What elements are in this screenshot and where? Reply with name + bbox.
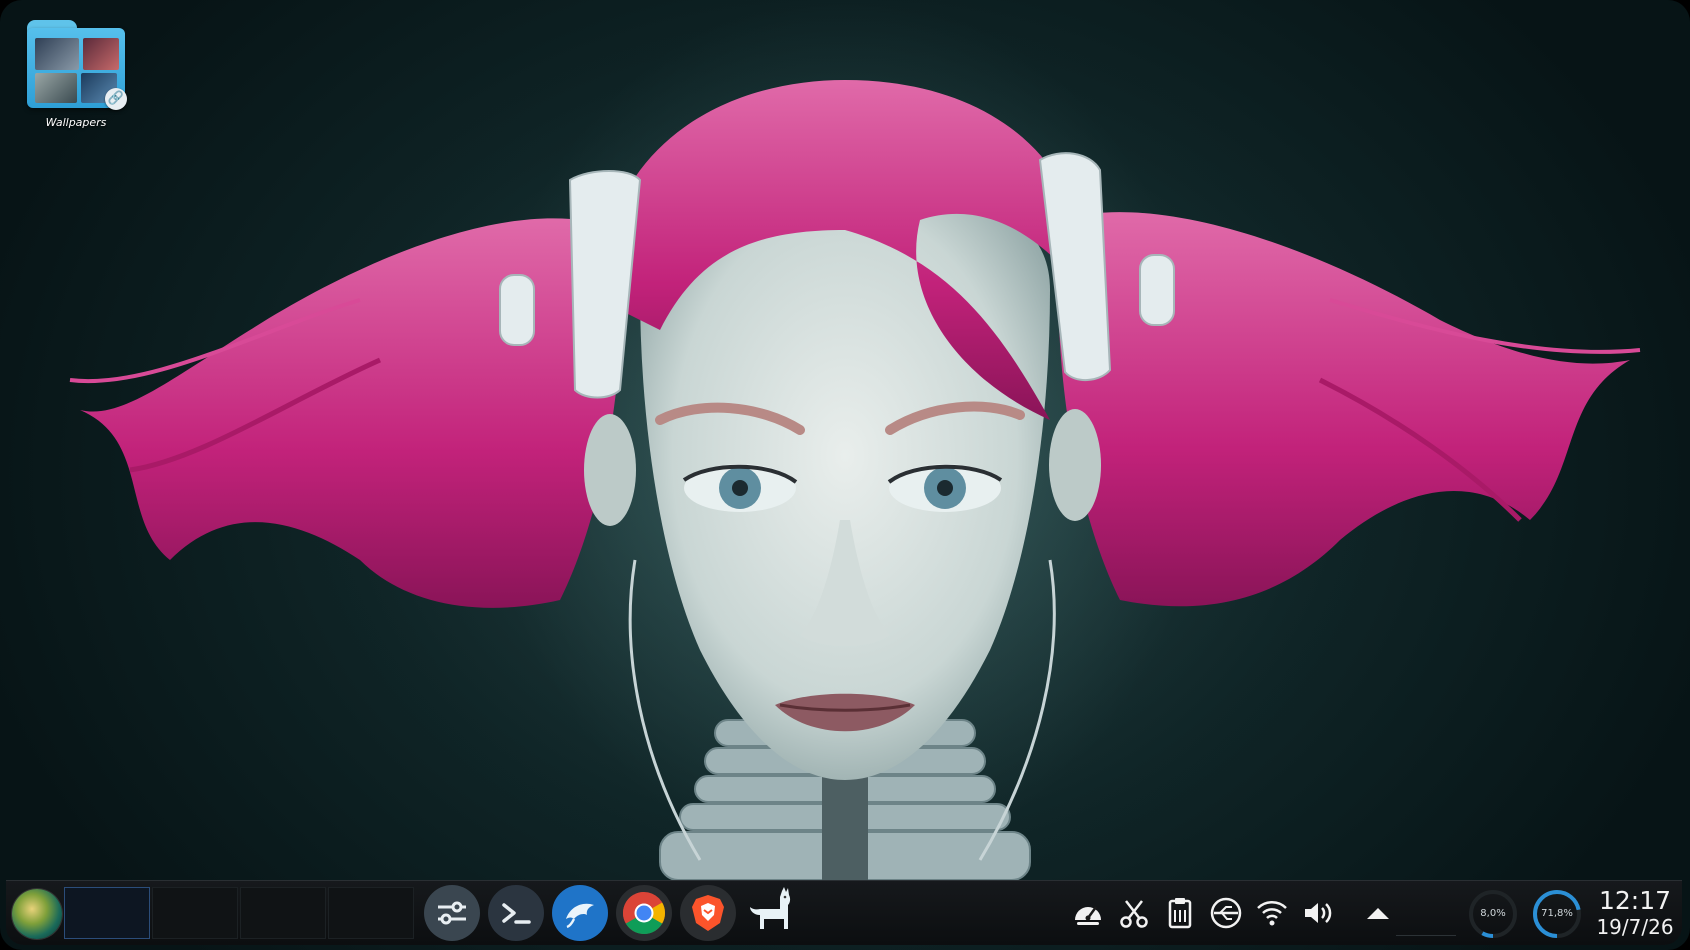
tray-clipboard[interactable]	[1162, 895, 1198, 931]
chevron-up-icon	[1367, 908, 1389, 919]
task-alpaca[interactable]	[744, 885, 800, 941]
tray-network[interactable]	[1254, 895, 1290, 931]
tray-usb[interactable]	[1208, 895, 1244, 931]
task-manager	[424, 885, 800, 941]
chrome-icon	[622, 892, 666, 935]
usb-icon	[1210, 897, 1242, 929]
digital-clock[interactable]: 12:17 19/7/26	[1592, 886, 1678, 940]
tray-screenshot[interactable]	[1116, 895, 1152, 931]
virtual-desktop-2[interactable]	[152, 887, 238, 939]
wifi-icon	[1257, 901, 1287, 926]
task-system-settings[interactable]	[424, 885, 480, 941]
clock-date: 19/7/26	[1596, 915, 1674, 939]
task-dolphin[interactable]	[552, 885, 608, 941]
wallpaper-image	[69, 0, 1641, 880]
task-konsole[interactable]	[488, 885, 544, 941]
scissors-icon	[1120, 900, 1148, 928]
cpu-value: 8,0%	[1480, 908, 1506, 919]
application-launcher-icon[interactable]	[12, 889, 62, 939]
desktop: 🔗 Wallpapers 8,0% 71,8% 12:17 19/7/26	[0, 0, 1690, 950]
speedometer-icon	[1075, 906, 1101, 925]
clock-time: 12:17	[1598, 886, 1672, 915]
terminal-icon	[502, 903, 531, 924]
panel-spacer	[1396, 935, 1456, 936]
brave-lion-icon	[692, 895, 724, 931]
dolphin-icon	[566, 903, 594, 929]
folder-link-icon: 🔗	[21, 18, 131, 110]
taskbar: 8,0% 71,8% 12:17 19/7/26	[6, 880, 1682, 945]
memory-monitor[interactable]: 71,8%	[1530, 887, 1584, 941]
task-brave[interactable]	[680, 885, 736, 941]
memory-value: 71,8%	[1541, 908, 1573, 919]
cpu-monitor[interactable]: 8,0%	[1466, 887, 1520, 941]
speaker-icon	[1305, 903, 1332, 923]
virtual-desktop-pager	[64, 887, 414, 939]
system-tray	[1070, 889, 1396, 937]
task-google-chrome[interactable]	[616, 885, 672, 941]
virtual-desktop-3[interactable]	[240, 887, 326, 939]
clipboard-icon	[1168, 898, 1192, 929]
tray-volume[interactable]	[1300, 895, 1336, 931]
tray-expand[interactable]	[1360, 895, 1396, 931]
tray-speedometer[interactable]	[1070, 895, 1106, 931]
virtual-desktop-4[interactable]	[328, 887, 414, 939]
virtual-desktop-1[interactable]	[64, 887, 150, 939]
desktop-icon-wallpapers[interactable]: 🔗 Wallpapers	[14, 18, 138, 129]
link-badge-icon: 🔗	[105, 88, 127, 110]
desktop-icon-label: Wallpapers	[45, 116, 107, 129]
sliders-icon	[438, 901, 466, 925]
llama-icon	[750, 887, 791, 929]
